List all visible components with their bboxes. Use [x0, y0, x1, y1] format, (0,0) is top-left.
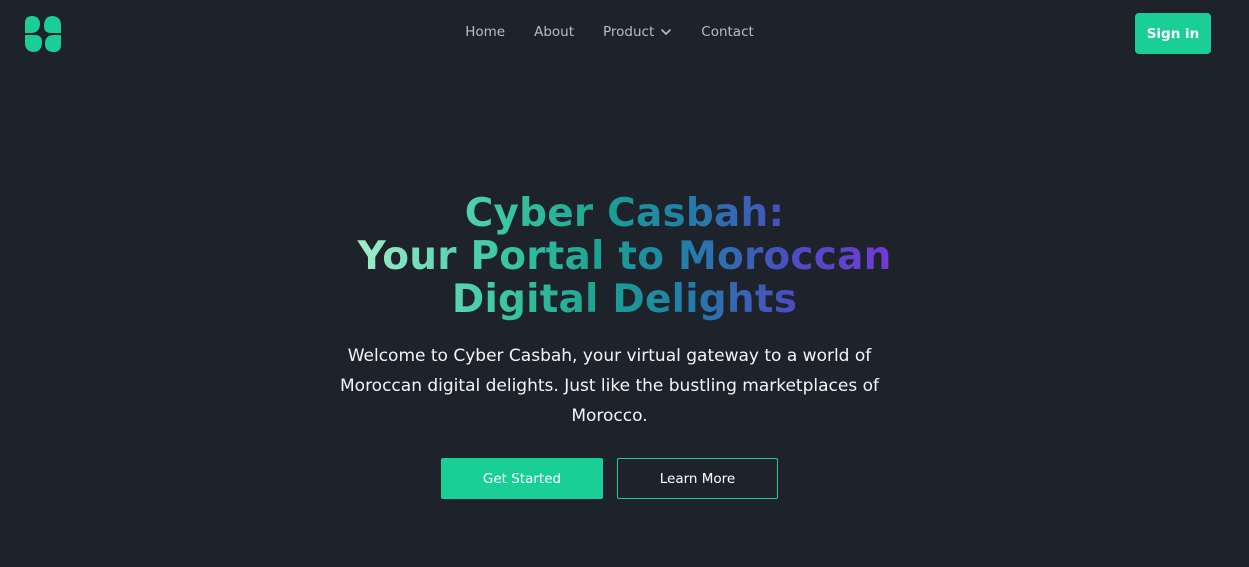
hero-title-line-2: Your Portal to Moroccan — [357, 234, 892, 279]
learn-more-button[interactable]: Learn More — [617, 458, 778, 499]
nav-home-label: Home — [465, 24, 506, 40]
nav-contact-link[interactable]: Contact — [701, 22, 754, 42]
nav-links: Home About Product Contact — [465, 22, 754, 42]
sign-in-button[interactable]: Sign in — [1135, 13, 1211, 54]
nav-home-link[interactable]: Home — [465, 22, 505, 42]
nav-about-link[interactable]: About — [534, 22, 574, 42]
get-started-button[interactable]: Get Started — [441, 458, 603, 499]
nav-about-label: About — [534, 24, 574, 40]
hero-title-line-3: Digital Delights — [451, 277, 798, 322]
nav-contact-label: Contact — [701, 24, 754, 40]
hero-title-line-1: Cyber Casbah: — [464, 191, 785, 236]
main-nav: Home About Product Contact — [0, 22, 1249, 42]
clover-logo-icon[interactable] — [23, 15, 63, 53]
nav-product-label: Product — [603, 24, 655, 40]
hero-description: Welcome to Cyber Casbah, your virtual ga… — [340, 346, 879, 426]
nav-product-dropdown[interactable]: Product — [603, 22, 672, 42]
hero-title: Cyber Casbah: Your Portal to Moroccan Di… — [0, 192, 1249, 321]
landing-page: Home About Product Contact Sign in Cyber… — [0, 0, 1249, 567]
chevron-down-icon — [661, 29, 672, 35]
